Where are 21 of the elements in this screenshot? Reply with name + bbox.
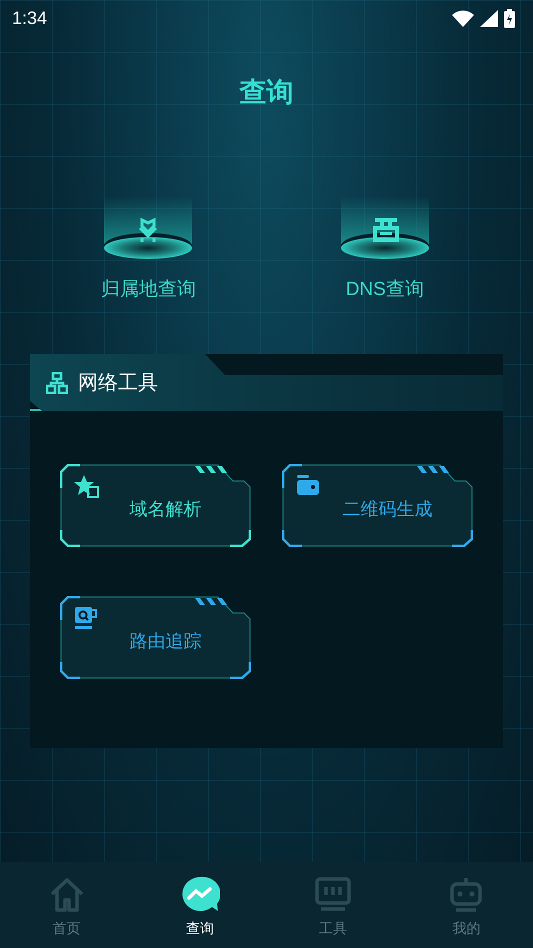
signal-icon [480,10,498,26]
tool-card[interactable]: 二维码生成 [282,464,473,547]
wifi-icon [452,10,474,26]
wallet-icon [296,474,320,496]
status-time: 1:34 [12,8,48,28]
chart-board-icon [314,876,352,914]
network-icon [46,372,68,394]
battery-charging-icon [504,8,515,28]
nav-tab[interactable]: 工具 [266,862,400,948]
star-icon [74,474,100,500]
query-entry[interactable]: DNS查询 [294,196,475,302]
nav-tab[interactable]: 首页 [0,862,134,948]
nav-tab[interactable]: 查询 [133,862,266,948]
query-entry[interactable]: 归属地查询 [58,196,238,302]
tool-card[interactable]: 域名解析 [60,464,251,547]
chat-trend-icon [180,876,220,914]
nav-tab[interactable]: 我的 [400,862,533,948]
monitor-search-icon [74,606,98,630]
tool-card[interactable]: 路由追踪 [60,596,251,679]
page-title: 查询 [240,76,294,110]
panel-title: 网络工具 [78,369,158,396]
